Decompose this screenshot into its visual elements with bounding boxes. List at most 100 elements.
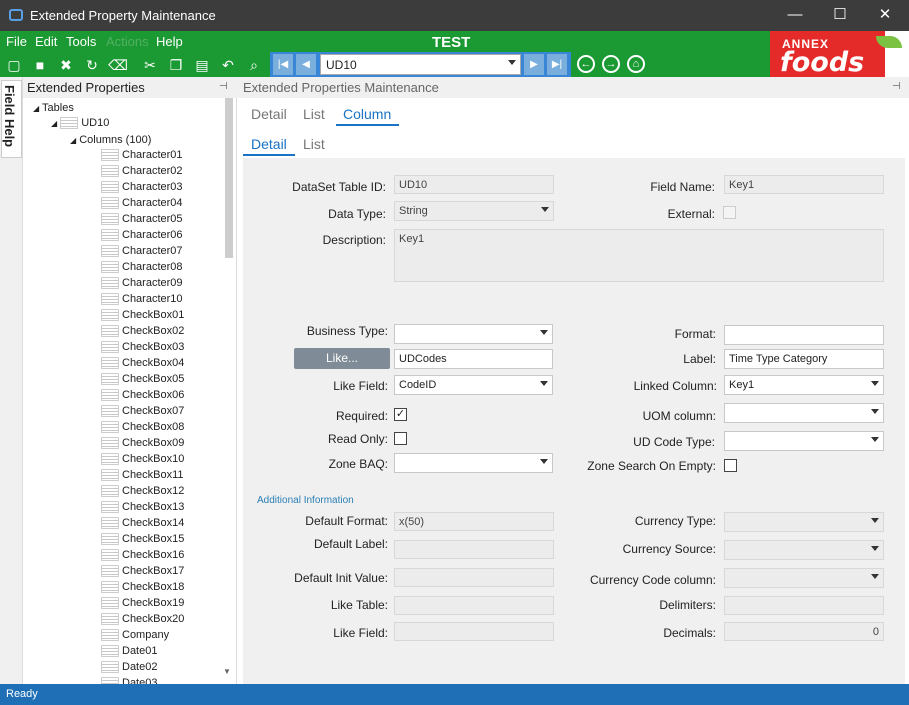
home-icon[interactable]: ⌂	[627, 55, 645, 73]
tree-column-item[interactable]: CheckBox12	[101, 485, 185, 498]
tree-column-item[interactable]: Character10	[101, 293, 183, 306]
tab-list[interactable]: List	[303, 106, 325, 122]
tree-column-item[interactable]: CheckBox02	[101, 325, 184, 338]
external-label: External:	[667, 207, 715, 221]
tree-column-item[interactable]: CheckBox14	[101, 517, 184, 530]
like-input[interactable]: UDCodes	[394, 349, 553, 369]
clear-icon[interactable]: ⌫	[108, 55, 128, 75]
tree-column-item[interactable]: CheckBox16	[101, 549, 184, 562]
tree-column-item[interactable]: Character03	[101, 181, 183, 194]
menu-tools[interactable]: Tools	[66, 34, 96, 49]
subtab-list[interactable]: List	[303, 136, 325, 152]
menu-file[interactable]: File	[6, 34, 27, 49]
cut-icon[interactable]: ✂	[140, 55, 160, 75]
tree-column-label: CheckBox12	[122, 485, 185, 497]
tree-column-item[interactable]: CheckBox04	[101, 357, 184, 370]
close-button[interactable]: ✕	[862, 0, 908, 31]
search-icon[interactable]: ⌕	[244, 55, 264, 75]
maximize-button[interactable]: ☐	[817, 0, 863, 31]
like-button[interactable]: Like...	[294, 348, 390, 369]
tree-column-item[interactable]: Company	[101, 629, 169, 642]
currency-source-select	[724, 540, 884, 560]
last-record-icon[interactable]: ▶|	[547, 54, 567, 75]
tree-column-item[interactable]: CheckBox05	[101, 373, 184, 386]
tree-column-label: Character10	[122, 293, 183, 305]
tree-column-item[interactable]: CheckBox11	[101, 469, 184, 482]
tree-column-item[interactable]: CheckBox19	[101, 597, 184, 610]
next-record-icon[interactable]: ▶	[524, 54, 544, 75]
menu-actions[interactable]: Actions	[106, 34, 149, 49]
tree-column-item[interactable]: CheckBox09	[101, 437, 184, 450]
linked-column-select[interactable]: Key1	[724, 375, 884, 395]
tree-column-item[interactable]: CheckBox01	[101, 309, 184, 322]
previous-record-icon[interactable]: ◀	[296, 54, 316, 75]
tree-column-item[interactable]: Character05	[101, 213, 183, 226]
refresh-icon[interactable]: ↻	[82, 55, 102, 75]
tree-column-item[interactable]: CheckBox18	[101, 581, 184, 594]
required-checkbox[interactable]: ✓	[394, 408, 407, 421]
tree-column-item[interactable]: Character06	[101, 229, 183, 242]
save-icon[interactable]: ■	[30, 55, 50, 75]
first-record-icon[interactable]: |◀	[273, 54, 293, 75]
tree-column-item[interactable]: Character04	[101, 197, 183, 210]
column-icon	[101, 309, 119, 322]
copy-icon[interactable]: ❐	[166, 55, 186, 75]
tree-column-label: CheckBox17	[122, 565, 185, 577]
subtab-detail[interactable]: Detail	[251, 136, 287, 152]
panel-title: Extended Properties	[27, 80, 145, 95]
zone-search-checkbox[interactable]	[724, 459, 737, 472]
tree-column-item[interactable]: Character08	[101, 261, 183, 274]
format-input[interactable]	[724, 325, 884, 345]
tree-table[interactable]: ◢ UD10	[51, 117, 109, 130]
menu-help[interactable]: Help	[156, 34, 183, 49]
tree-column-item[interactable]: CheckBox07	[101, 405, 184, 418]
minimize-button[interactable]: —	[772, 0, 818, 31]
scrollbar[interactable]	[225, 98, 233, 258]
tree-column-item[interactable]: CheckBox20	[101, 613, 184, 626]
tree-column-item[interactable]: CheckBox15	[101, 533, 184, 546]
tree-column-item[interactable]: CheckBox13	[101, 501, 184, 514]
tree-column-item[interactable]: CheckBox03	[101, 341, 184, 354]
menu-edit[interactable]: Edit	[35, 34, 57, 49]
tab-column[interactable]: Column	[343, 106, 391, 122]
tree-column-item[interactable]: CheckBox17	[101, 565, 185, 578]
chevron-down-icon	[871, 437, 879, 442]
undo-icon[interactable]: ↶	[218, 55, 238, 75]
pin-icon[interactable]: ⊣	[892, 81, 901, 92]
new-icon[interactable]: ▢	[4, 55, 24, 75]
tree-column-item[interactable]: CheckBox08	[101, 421, 184, 434]
forward-icon[interactable]: →	[602, 55, 620, 73]
panel-header: Extended Properties Maintenance ⊣	[237, 77, 909, 98]
tree-columns[interactable]: ◢ Columns (100)	[70, 134, 151, 146]
tree-root[interactable]: ◢ Tables	[33, 102, 74, 114]
record-selector[interactable]: UD10	[320, 54, 521, 75]
delete-icon[interactable]: ✖	[56, 55, 76, 75]
business-type-select[interactable]	[394, 324, 553, 344]
tree-column-item[interactable]: CheckBox10	[101, 453, 184, 466]
read-only-checkbox[interactable]	[394, 432, 407, 445]
tree-column-item[interactable]: Character02	[101, 165, 183, 178]
uom-column-select[interactable]	[724, 403, 884, 423]
tree-column-item[interactable]: Date02	[101, 661, 157, 674]
like-field-select[interactable]: CodeID	[394, 375, 553, 395]
zone-baq-select[interactable]	[394, 453, 553, 473]
menu-bar: File Edit Tools Actions Help TEST	[0, 31, 770, 52]
tree-column-item[interactable]: Date03	[101, 677, 157, 684]
paste-icon[interactable]: ▤	[192, 55, 212, 75]
scroll-down-icon[interactable]: ▼	[223, 667, 231, 676]
field-help-tab[interactable]: Field Help	[1, 80, 22, 158]
tab-detail[interactable]: Detail	[251, 106, 287, 122]
column-icon	[101, 181, 119, 194]
column-icon	[101, 165, 119, 178]
tree-column-item[interactable]: Character09	[101, 277, 183, 290]
tree-column-item[interactable]: Date01	[101, 645, 157, 658]
tree-column-label: Character07	[122, 245, 183, 257]
ud-code-type-select[interactable]	[724, 431, 884, 451]
label-input[interactable]: Time Type Category	[724, 349, 884, 369]
tree-column-item[interactable]: Character01	[101, 149, 183, 162]
tree-column-item[interactable]: Character07	[101, 245, 183, 258]
business-type-label: Business Type:	[306, 324, 388, 338]
tree-column-item[interactable]: CheckBox06	[101, 389, 184, 402]
back-icon[interactable]: ←	[577, 55, 595, 73]
pin-icon[interactable]: ⊣	[219, 81, 228, 92]
